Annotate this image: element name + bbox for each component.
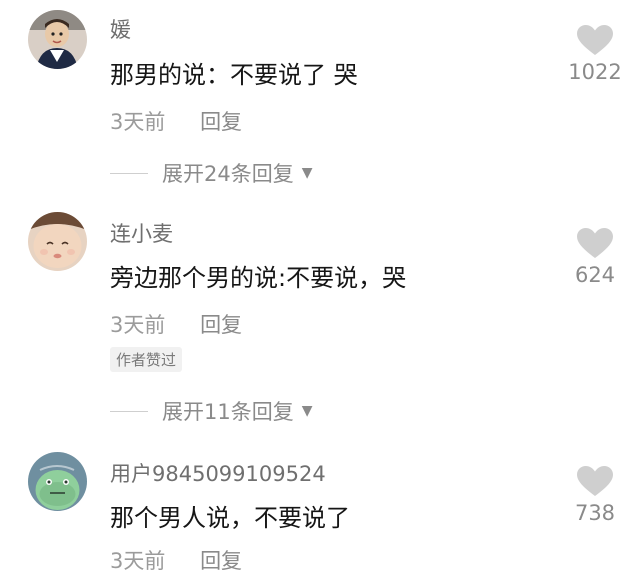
divider — [110, 172, 148, 174]
reply-button[interactable]: 回复 — [200, 549, 242, 573]
like-count: 1022 — [568, 60, 622, 84]
comment-meta: 3天前 回复 — [110, 545, 242, 575]
comment-text: 那男的说：不要说了 哭 — [110, 61, 358, 89]
comment-username[interactable]: 连小麦 — [110, 218, 173, 248]
like-count: 624 — [574, 263, 616, 287]
expand-replies-label: 展开11条回复 — [162, 400, 294, 424]
comment-time: 3天前 — [110, 313, 166, 337]
comment-text: 旁边那个男的说:不要说，哭 — [110, 264, 407, 292]
divider — [110, 410, 148, 412]
heart-icon — [577, 25, 613, 55]
expand-replies-label: 展开24条回复 — [162, 162, 294, 186]
comment-text: 那个男人说，不要说了 — [110, 504, 350, 532]
like-count: 738 — [574, 501, 616, 525]
like-button[interactable]: 1022 — [550, 25, 640, 84]
reply-button[interactable]: 回复 — [200, 110, 242, 134]
expand-replies-button[interactable]: 展开24条回复 ▼ — [110, 158, 313, 188]
avatar[interactable] — [28, 10, 87, 69]
comment-time: 3天前 — [110, 110, 166, 134]
comment-meta: 3天前 回复 — [110, 106, 242, 136]
avatar[interactable] — [28, 212, 87, 271]
triangle-down-icon: ▼ — [301, 165, 313, 181]
comment-username[interactable]: 用户9845099109524 — [110, 458, 326, 488]
expand-replies-button[interactable]: 展开11条回复 ▼ — [110, 396, 313, 426]
heart-icon — [577, 466, 613, 496]
comment-username[interactable]: 媛 — [110, 14, 131, 44]
comment-time: 3天前 — [110, 549, 166, 573]
author-liked-badge: 作者赞过 — [110, 347, 183, 372]
triangle-down-icon: ▼ — [301, 403, 313, 419]
reply-button[interactable]: 回复 — [200, 313, 242, 337]
heart-icon — [577, 228, 613, 258]
comment-meta: 3天前 回复 — [110, 309, 242, 339]
like-button[interactable]: 738 — [550, 466, 640, 525]
avatar[interactable] — [28, 452, 87, 511]
like-button[interactable]: 624 — [550, 228, 640, 287]
